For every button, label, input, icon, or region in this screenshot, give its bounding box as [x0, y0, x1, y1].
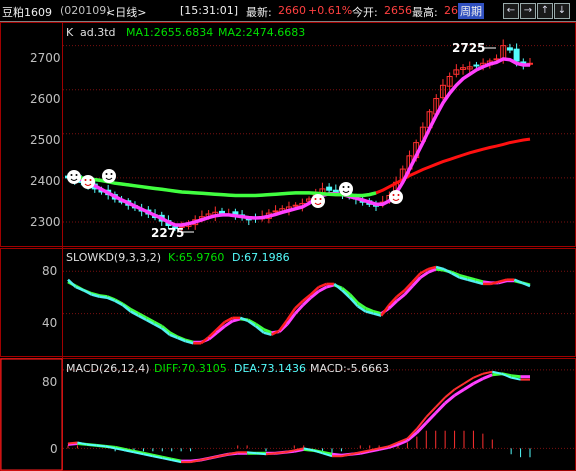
macd-lines — [67, 370, 531, 464]
diff-segment — [256, 452, 267, 456]
macd-legend: MACD(26,12,4) DIFF:70.3105 DEA:73.1436 M… — [66, 362, 389, 375]
low-annotation: 2275 — [151, 226, 194, 240]
candle-down — [513, 48, 520, 62]
timestamp: [15:31:01] — [180, 4, 238, 17]
candle-down — [473, 64, 480, 67]
macd-legend-diff: DIFF:70.3105 — [154, 362, 227, 375]
smiley-icon — [389, 190, 403, 204]
open-value: 2656 — [384, 4, 412, 17]
kd-tick: 40 — [42, 316, 57, 330]
kd-tick: 80 — [42, 264, 57, 278]
price-panel-frame — [0, 22, 576, 247]
legend-indicator: ad.3td — [80, 26, 116, 39]
signal-markers — [67, 169, 403, 208]
price-y-ticks: 2700 2600 2500 2400 2300 — [30, 51, 61, 229]
candle-down — [506, 47, 513, 51]
macd-legend-macd: MACD:-5.6663 — [310, 362, 389, 375]
price-tick: 2400 — [30, 174, 61, 188]
dea-segment — [453, 388, 465, 397]
macd-legend-name: MACD(26,12,4) — [66, 362, 150, 375]
dea-segment — [331, 452, 342, 457]
low-value-label: 2275 — [151, 226, 184, 240]
candle-down — [326, 186, 333, 191]
latest-label: 最新: — [246, 6, 272, 19]
diff-segment — [265, 452, 276, 456]
dea-segment — [482, 373, 493, 381]
dea-segment — [472, 377, 484, 385]
smiley-icon — [67, 170, 81, 184]
diff-segment — [482, 370, 493, 375]
price-tick: 2700 — [30, 51, 61, 65]
macd-tick: 80 — [42, 375, 57, 389]
macd-y-ticks: 80 0 — [42, 375, 58, 456]
cycle-button[interactable]: 周期 — [458, 3, 484, 19]
symbol-name: 豆粕1609 — [2, 6, 52, 19]
kd-panel-frame — [0, 248, 576, 357]
diff-segment — [473, 372, 484, 379]
legend-ma1: MA1:2655.6834 — [126, 26, 213, 39]
price-tick: 2600 — [30, 92, 61, 106]
candle-up — [292, 204, 299, 207]
diff-segment — [67, 441, 78, 445]
smiley-icon — [311, 194, 325, 208]
candle-down — [332, 189, 339, 193]
macd-legend-dea: DEA:73.1436 — [234, 362, 306, 375]
price-tick: 2300 — [30, 215, 61, 229]
kd-y-ticks: 80 40 — [42, 264, 57, 330]
candles — [65, 39, 533, 232]
kline-chart[interactable]: 2700 2600 2500 2400 2300 K ad.3td MA1:26… — [0, 22, 576, 471]
zoom-out-icon[interactable]: ↓ — [554, 3, 570, 19]
high-value: 26 — [444, 4, 458, 17]
legend-k: K — [66, 26, 74, 39]
price-legend: K ad.3td MA1:2655.6834 MA2:2474.6683 — [66, 26, 305, 39]
kd-legend-k: K:65.9760 — [168, 251, 224, 264]
slow-d-segment — [326, 283, 335, 289]
open-label: 今开: — [352, 6, 378, 19]
change-percent: +0.61% — [308, 4, 353, 17]
candle-up — [272, 210, 279, 213]
arrow-right-icon[interactable]: → — [520, 3, 536, 19]
latest-value: 2660 — [278, 4, 306, 17]
slow-d-segment — [232, 317, 241, 323]
kd-legend: SLOWKD(9,3,3,2) K:65.9760 D:67.1986 — [66, 251, 290, 264]
ma1-line — [67, 57, 530, 227]
smiley-icon — [81, 175, 95, 189]
price-tick: 2500 — [30, 133, 61, 147]
slow-k-segment — [75, 285, 85, 292]
title-bar: 豆粕1609 (020109) <日线> [15:31:01] 最新: 2660… — [0, 0, 576, 22]
diff-segment — [86, 443, 97, 447]
smiley-icon — [102, 169, 116, 183]
candle-down — [219, 210, 225, 214]
diff-segment — [96, 444, 106, 448]
macd-tick: 0 — [50, 442, 58, 456]
slow-k-segment — [99, 295, 108, 299]
smiley-icon — [339, 182, 353, 196]
dea-segment — [510, 374, 521, 379]
kd-legend-name: SLOWKD(9,3,3,2) — [66, 251, 161, 264]
period-selector[interactable]: <日线> — [106, 4, 146, 20]
dea-segment — [463, 382, 475, 391]
arrow-left-icon[interactable]: ← — [503, 3, 519, 19]
zoom-in-icon[interactable]: ↑ — [537, 3, 553, 19]
kd-legend-d: D:67.1986 — [232, 251, 290, 264]
kd-lines — [67, 265, 531, 345]
symbol-code: (020109) — [60, 4, 111, 17]
high-value-label: 2725 — [452, 41, 485, 55]
high-annotation: 2725 — [452, 41, 496, 55]
high-label: 最高: — [412, 6, 438, 19]
legend-ma2: MA2:2474.6683 — [218, 26, 305, 39]
diff-segment — [275, 451, 285, 455]
diff-segment — [247, 451, 257, 455]
